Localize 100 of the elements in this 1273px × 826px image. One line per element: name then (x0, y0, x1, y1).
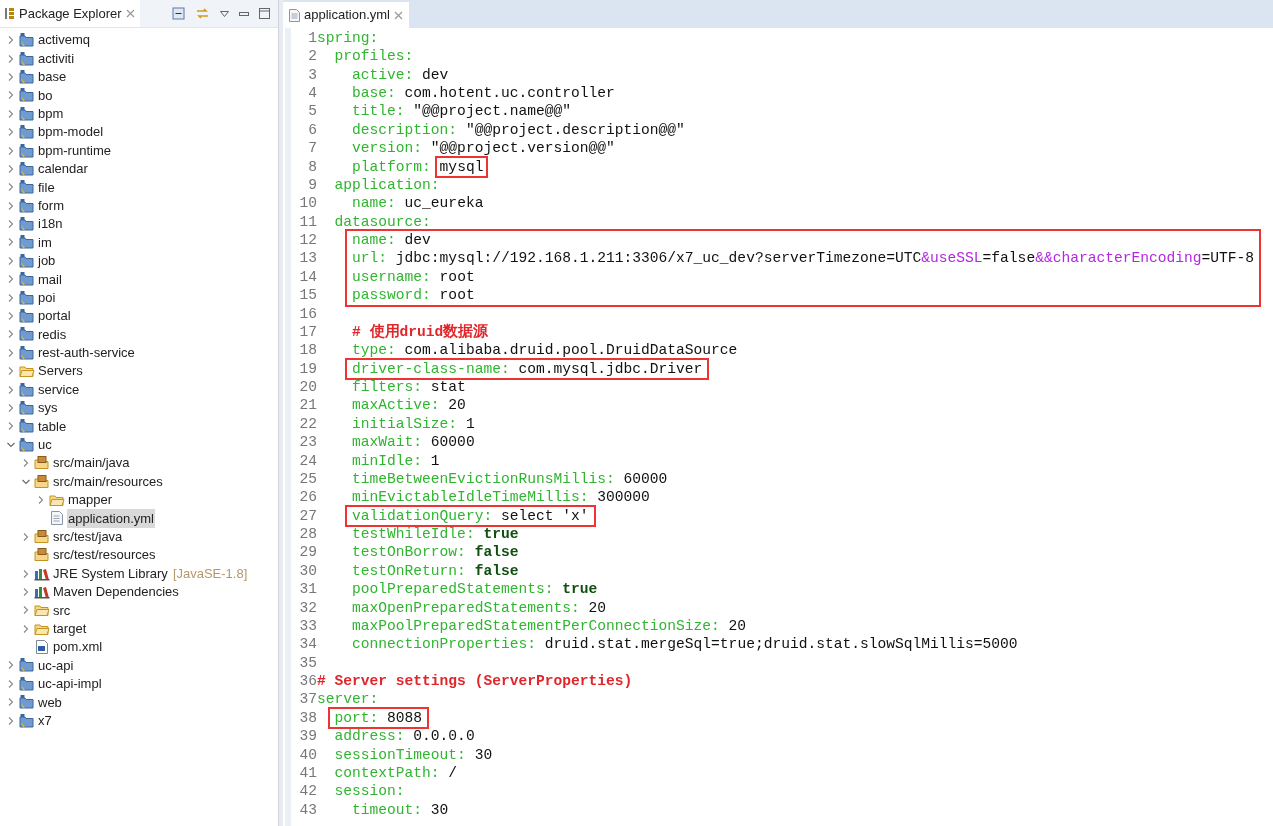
collapsed-caret-icon[interactable] (6, 255, 16, 266)
yaml-value: 0.0.0.0 (412, 729, 475, 744)
collapsed-caret-icon[interactable] (6, 329, 16, 340)
minimize-icon[interactable] (239, 11, 249, 16)
tree-item[interactable]: form (37, 195, 65, 216)
collapsed-caret-icon[interactable] (6, 182, 16, 193)
collapsed-caret-icon[interactable] (6, 347, 16, 358)
tree-item[interactable]: service (37, 379, 81, 400)
collapsed-caret-icon[interactable] (21, 605, 31, 616)
yaml-key: driver-class-name: (317, 361, 510, 377)
yaml-value: mysql (438, 159, 484, 175)
tree-item[interactable]: Servers (37, 361, 84, 381)
tree-item[interactable]: mail (37, 269, 63, 290)
close-icon[interactable] (394, 10, 403, 20)
collapsed-caret-icon[interactable] (6, 219, 16, 230)
tree-item[interactable]: rest-auth-service (37, 343, 136, 363)
project-folder-icon (19, 657, 35, 674)
tree-item[interactable]: base (37, 67, 68, 87)
yaml-key: contextPath: (317, 765, 440, 781)
tree-item[interactable]: target (52, 618, 88, 639)
tree-item[interactable]: im (37, 232, 53, 253)
collapsed-caret-icon[interactable] (6, 366, 16, 377)
tree-item[interactable]: mapper (67, 490, 114, 510)
collapsed-caret-icon[interactable] (21, 531, 31, 542)
tree-item[interactable]: bpm (37, 104, 65, 124)
tree-item[interactable]: web (37, 692, 63, 712)
collapsed-caret-icon[interactable] (6, 71, 16, 82)
package-folder-icon (34, 528, 50, 545)
tree-item[interactable]: i18n (37, 214, 64, 234)
collapsed-caret-icon[interactable] (36, 494, 46, 505)
collapsed-caret-icon[interactable] (6, 292, 16, 303)
collapsed-caret-icon[interactable] (6, 697, 16, 708)
yaml-value: druid.stat.mergeSql=true;druid.stat.slowSqlMillis=5000 (543, 637, 1018, 652)
collapsed-caret-icon[interactable] (21, 586, 31, 597)
tree-item[interactable]: uc (37, 435, 53, 455)
yaml-key: base: (317, 86, 396, 101)
collapsed-caret-icon[interactable] (6, 384, 16, 395)
tree-item[interactable]: job (37, 251, 57, 271)
tree-item[interactable]: application.yml (67, 508, 155, 529)
tree-item[interactable]: bpm-runtime (37, 140, 112, 161)
tree-item[interactable]: bo (37, 85, 54, 106)
collapsed-caret-icon[interactable] (6, 200, 16, 211)
tree-item[interactable]: bpm-model (37, 122, 105, 142)
collapsed-caret-icon[interactable] (6, 53, 16, 64)
collapsed-caret-icon[interactable] (6, 660, 16, 671)
explorer-tab[interactable]: Package Explorer (0, 0, 140, 27)
yaml-value: 20 (727, 618, 747, 634)
tree-item[interactable]: uc-api (37, 655, 75, 676)
link-editor-icon[interactable] (195, 7, 210, 20)
collapsed-caret-icon[interactable] (6, 145, 16, 156)
tree-item[interactable]: calendar (37, 159, 89, 179)
collapsed-caret-icon[interactable] (6, 311, 16, 322)
collapsed-caret-icon[interactable] (21, 623, 31, 634)
yaml-value: 30 (473, 747, 493, 763)
project-folder-icon (19, 160, 35, 177)
collapsed-caret-icon[interactable] (21, 568, 31, 579)
collapsed-caret-icon[interactable] (6, 715, 16, 726)
collapsed-caret-icon[interactable] (6, 274, 16, 285)
tree-item[interactable]: poi (37, 287, 57, 308)
tree-item[interactable]: uc-api-impl (37, 674, 103, 694)
line-number: 30 (298, 563, 317, 579)
tree-item[interactable]: activemq (37, 30, 92, 50)
tree-item[interactable]: table (37, 416, 68, 437)
maximize-icon[interactable] (259, 8, 270, 19)
collapsed-caret-icon[interactable] (6, 237, 16, 248)
collapsed-caret-icon[interactable] (6, 35, 16, 46)
close-icon[interactable] (125, 9, 135, 18)
tree-item[interactable]: src/main/java (52, 453, 131, 473)
tree-item[interactable]: sys (37, 398, 59, 418)
collapsed-caret-icon[interactable] (6, 678, 16, 689)
collapsed-caret-icon[interactable] (6, 127, 16, 138)
tree-item[interactable]: file (37, 177, 56, 198)
collapsed-caret-icon[interactable] (6, 421, 16, 432)
collapsed-caret-icon[interactable] (6, 108, 16, 119)
tree-item[interactable]: x7 (37, 710, 53, 731)
tree-item[interactable]: portal (37, 306, 72, 326)
tree-item[interactable]: redis (37, 324, 68, 345)
tree-item[interactable]: JRE System Library (52, 563, 169, 584)
view-menu-icon[interactable] (220, 10, 229, 17)
collapsed-caret-icon[interactable] (6, 90, 16, 101)
tree-item[interactable]: src/main/resources (52, 471, 164, 492)
tree-item[interactable]: src/test/java (52, 527, 124, 547)
yaml-value: =false (982, 251, 1036, 266)
collapse-all-icon[interactable] (172, 7, 185, 20)
yaml-key: timeBetweenEvictionRunsMillis: (317, 471, 615, 487)
tree-item[interactable]: src (52, 600, 72, 621)
collapsed-caret-icon[interactable] (6, 403, 16, 413)
yaml-value: 300000 (596, 490, 650, 505)
collapsed-caret-icon[interactable] (6, 163, 16, 174)
collapsed-caret-icon[interactable] (21, 458, 31, 469)
tree-item[interactable]: Maven Dependencies (52, 582, 180, 602)
yaml-key: application: (317, 177, 440, 193)
yaml-key: username: (317, 269, 431, 285)
project-folder-icon (19, 197, 35, 214)
project-folder-icon (19, 87, 35, 104)
tree-item[interactable]: pom.xml (52, 637, 104, 657)
tree-item[interactable]: src/test/resources (52, 545, 157, 565)
yaml-value: "@@project.description@@" (464, 122, 685, 138)
tree-item[interactable]: activiti (37, 48, 76, 69)
editor-tab[interactable]: application.yml (283, 2, 409, 28)
